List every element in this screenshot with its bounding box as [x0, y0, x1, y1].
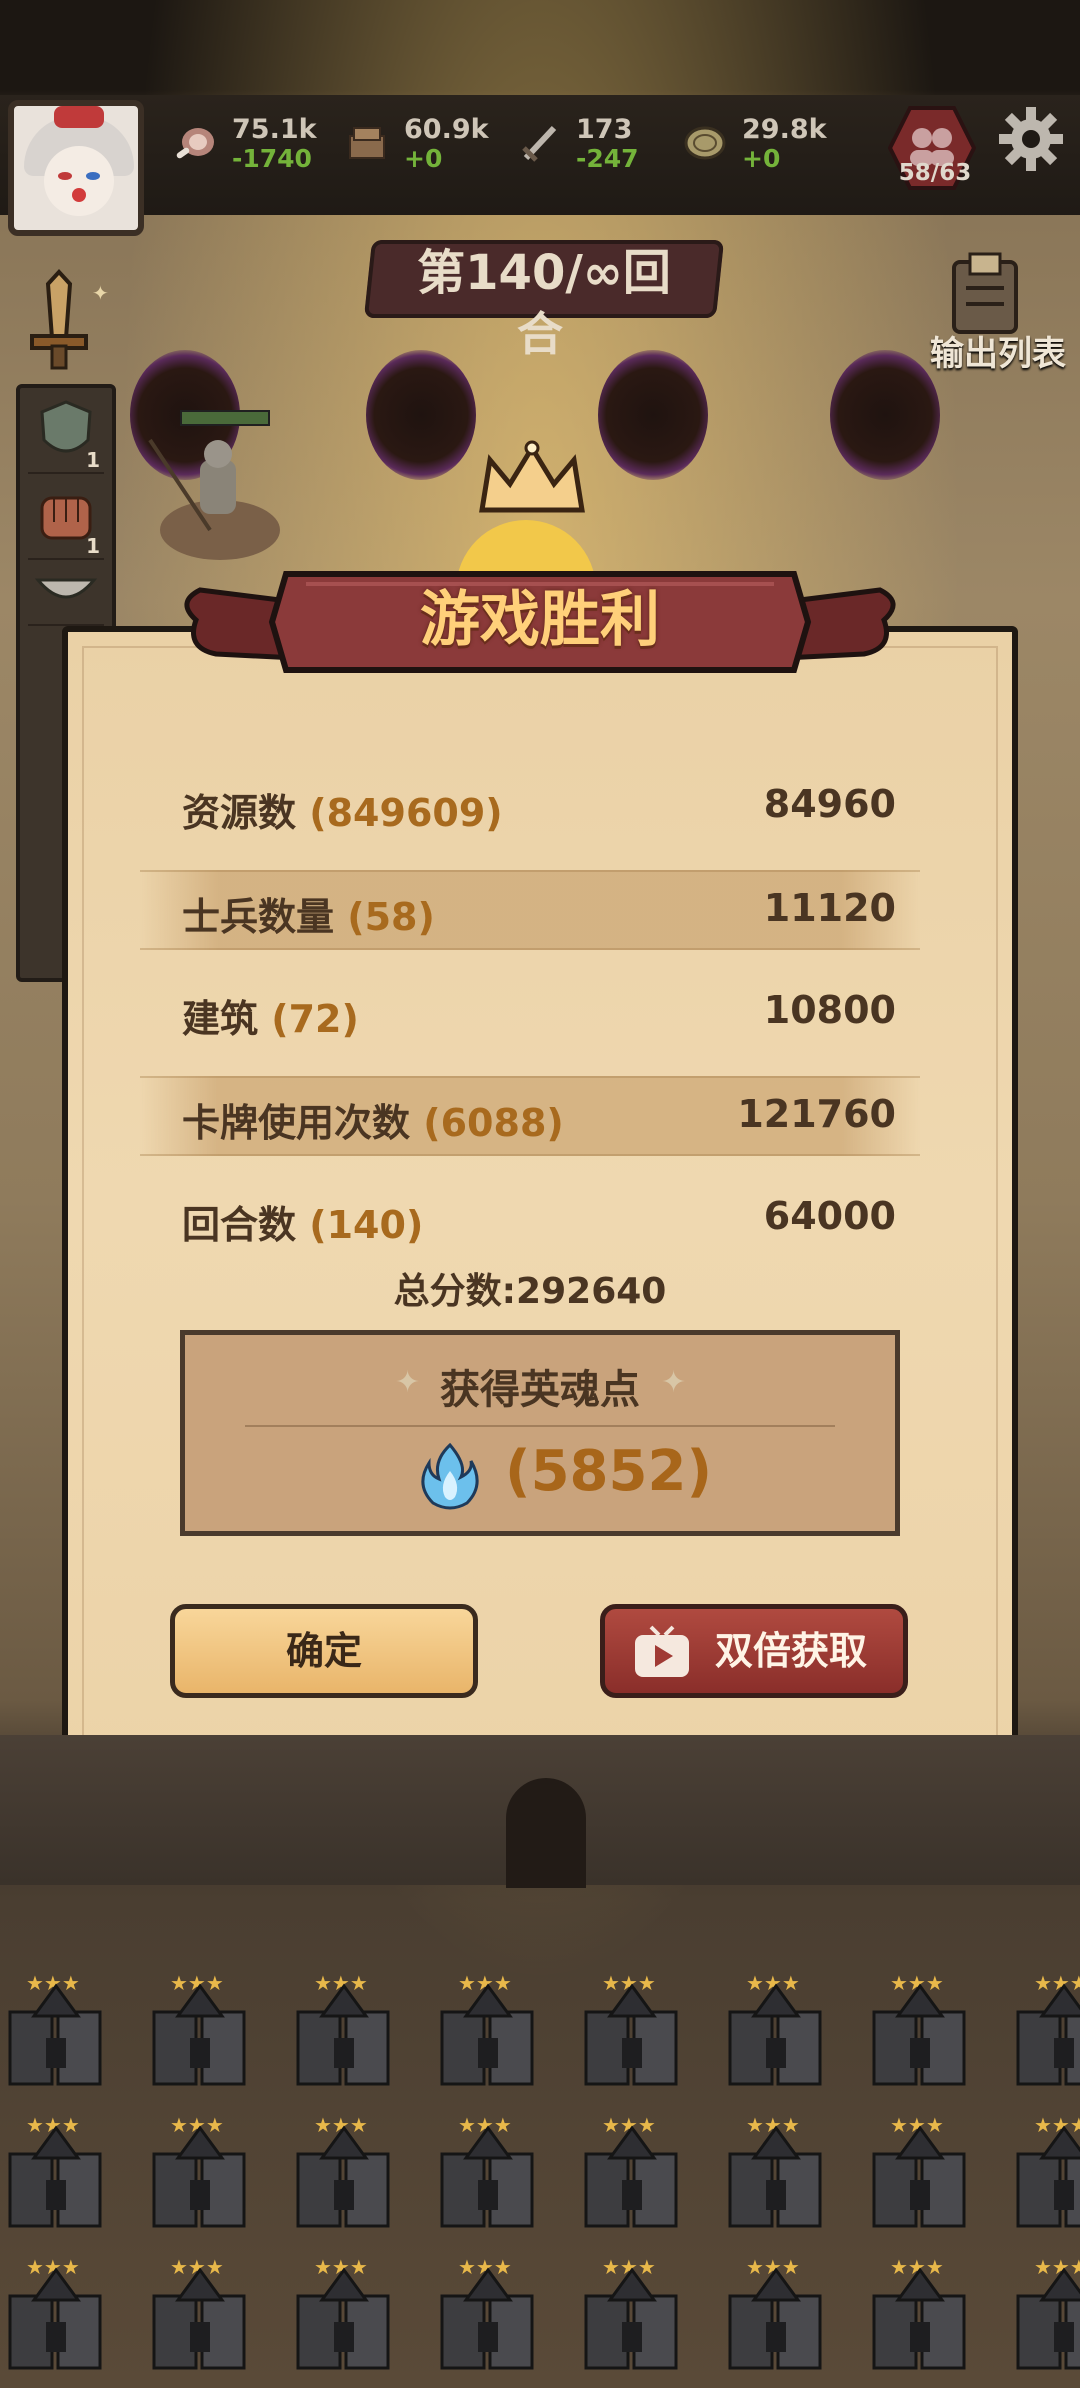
- svg-text:★★★: ★★★: [1034, 2113, 1080, 2137]
- building-tile[interactable]: ★★★: [1004, 2252, 1080, 2378]
- building-tile[interactable]: ★★★: [428, 2252, 548, 2378]
- coin-delta: +0: [742, 144, 781, 173]
- building-tile[interactable]: ★★★: [284, 2110, 404, 2236]
- building-tile[interactable]: ★★★: [0, 2110, 116, 2236]
- row-count: (58): [347, 895, 435, 939]
- row-count: (6088): [423, 1101, 564, 1145]
- enemy-portal: [366, 350, 476, 480]
- video-ad-icon: [635, 1625, 689, 1677]
- row-label: 士兵数量: [182, 895, 335, 939]
- row-label: 回合数: [182, 1203, 297, 1247]
- row-count: (72): [271, 997, 359, 1041]
- wood-delta: +0: [404, 144, 443, 173]
- building-tile[interactable]: ★★★: [860, 2252, 980, 2378]
- player-avatar[interactable]: [8, 100, 144, 236]
- enemy-portal: [598, 350, 708, 480]
- bowl-icon: [34, 578, 98, 599]
- fist-card-slot[interactable]: 1: [28, 478, 104, 560]
- round-counter-suffix: 合: [517, 307, 563, 361]
- svg-text:★★★: ★★★: [1034, 1971, 1080, 1995]
- output-list-label[interactable]: 输出列表: [918, 326, 1078, 375]
- weapon-delta: -247: [576, 144, 639, 173]
- building-tile[interactable]: ★★★: [860, 2110, 980, 2236]
- row-count: (140): [309, 1203, 424, 1247]
- total-score: 总分数:292640: [140, 1262, 920, 1314]
- battle-sword-icon[interactable]: ✦: [4, 266, 114, 376]
- meat-delta: -1740: [232, 144, 312, 173]
- fist-card-count: 1: [86, 534, 100, 558]
- shield-card-count: 1: [86, 448, 100, 472]
- row-score: 10800: [763, 988, 896, 1032]
- enemy-portal: [830, 350, 940, 480]
- confirm-button[interactable]: 确定: [170, 1604, 478, 1698]
- round-counter: 第140/∞回: [417, 245, 671, 301]
- building-tile[interactable]: ★★★: [428, 2110, 548, 2236]
- coin-value: 29.8k: [742, 114, 827, 145]
- soul-flame-icon: [421, 1442, 479, 1510]
- weapon-value: 173: [576, 114, 633, 145]
- soul-reward-value: (5852): [505, 1439, 713, 1504]
- building-tile[interactable]: ★★★: [1004, 2110, 1080, 2236]
- building-tile[interactable]: ★★★: [0, 1968, 116, 2094]
- building-tile[interactable]: ★★★: [716, 2252, 836, 2378]
- castle-gate: [506, 1778, 586, 1888]
- bowl-card-slot[interactable]: [28, 564, 104, 626]
- sparkle-icon: ✦: [661, 1365, 687, 1400]
- row-score: 84960: [763, 782, 896, 826]
- wood-value: 60.9k: [404, 114, 489, 145]
- building-tile[interactable]: ★★★: [572, 2252, 692, 2378]
- crown-icon: [479, 440, 585, 513]
- soul-reward-title: 获得英魂点: [440, 1367, 640, 1413]
- score-row: 士兵数量 (58) 11120: [140, 870, 920, 950]
- building-tile[interactable]: ★★★: [0, 2252, 116, 2378]
- coin-icon: [684, 126, 726, 160]
- building-tile[interactable]: ★★★: [428, 1968, 548, 2094]
- building-tile[interactable]: ★★★: [140, 1968, 260, 2094]
- row-count: (849609): [309, 791, 503, 835]
- building-tile[interactable]: ★★★: [140, 2110, 260, 2236]
- shield-card-slot[interactable]: 1: [28, 392, 104, 474]
- score-row: 回合数 (140) 64000: [140, 1180, 920, 1256]
- double-reward-label: 双倍获取: [715, 1629, 868, 1673]
- building-tile[interactable]: ★★★: [572, 1968, 692, 2094]
- total-label: 总分数:: [393, 1271, 517, 1312]
- dialog-title: 游戏胜利: [420, 585, 660, 655]
- svg-text:✦: ✦: [92, 281, 109, 305]
- row-score: 64000: [763, 1194, 896, 1238]
- building-tile[interactable]: ★★★: [284, 2252, 404, 2378]
- building-grid: ★★★ ★★★ ★★★ ★★★ ★★★ ★★★ ★★★ ★★★ ★★★ ★★★ ★★★ ★★★ ★★★ ★…: [0, 1968, 1080, 2388]
- building-tile[interactable]: ★★★: [716, 2110, 836, 2236]
- gear-icon[interactable]: [996, 104, 1066, 174]
- output-list-icon[interactable]: [940, 248, 1030, 338]
- svg-text:★★★: ★★★: [1034, 2255, 1080, 2279]
- population-count: 58/63: [898, 160, 972, 186]
- building-tile[interactable]: ★★★: [716, 1968, 836, 2094]
- double-reward-button[interactable]: 双倍获取: [600, 1604, 908, 1698]
- meat-icon: [176, 128, 214, 159]
- total-value: 292640: [516, 1271, 667, 1312]
- score-row: 资源数 (849609) 84960: [140, 768, 920, 844]
- hero-soul-reward: ✦ 获得英魂点 ✦ (5852): [180, 1330, 900, 1536]
- row-label: 建筑: [182, 997, 259, 1041]
- knight-health-bar: [180, 410, 270, 426]
- building-tile[interactable]: ★★★: [572, 2110, 692, 2236]
- row-label: 资源数: [182, 791, 297, 835]
- score-row: 卡牌使用次数 (6088) 121760: [140, 1076, 920, 1156]
- row-score: 121760: [737, 1092, 896, 1136]
- building-tile[interactable]: ★★★: [284, 1968, 404, 2094]
- building-tile[interactable]: ★★★: [140, 2252, 260, 2378]
- row-score: 11120: [763, 886, 896, 930]
- building-tile[interactable]: ★★★: [860, 1968, 980, 2094]
- wood-icon: [349, 127, 385, 159]
- row-label: 卡牌使用次数: [182, 1101, 411, 1145]
- building-tile[interactable]: ★★★: [1004, 1968, 1080, 2094]
- knight-unit: [148, 438, 280, 560]
- sword-icon: [522, 125, 557, 162]
- score-row: 建筑 (72) 10800: [140, 974, 920, 1050]
- meat-value: 75.1k: [232, 114, 317, 145]
